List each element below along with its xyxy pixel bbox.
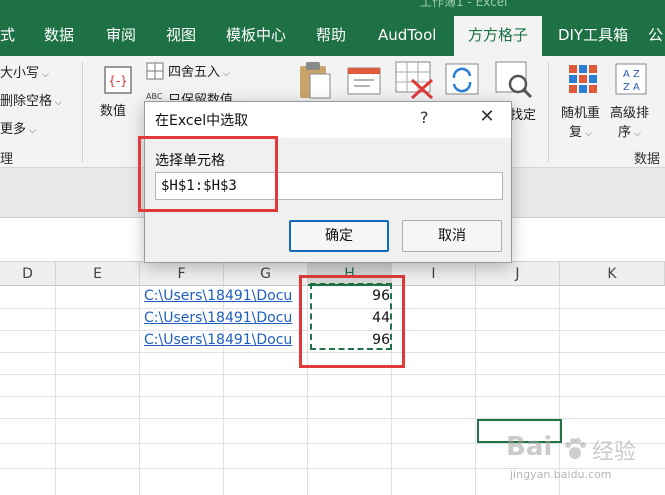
paw-icon	[565, 438, 586, 459]
random-repeat-label-2[interactable]: 复 ⌵	[569, 121, 592, 140]
advanced-sort-icon[interactable]: A Z Z A	[614, 62, 648, 96]
round-button[interactable]: 四舍五入 ⌵	[146, 60, 256, 84]
group-separator	[548, 62, 549, 162]
tab-view[interactable]: 视图	[166, 18, 196, 56]
random-repeat-label[interactable]: 随机重	[561, 102, 600, 121]
svg-text:A: A	[623, 69, 630, 80]
highlight-box-cells	[299, 275, 405, 368]
watermark-brand-2: 经验	[592, 440, 637, 465]
locate-button-label[interactable]: 找定	[510, 104, 536, 123]
grid-line	[55, 286, 56, 495]
close-icon[interactable]: ✕	[475, 106, 499, 130]
group-separator	[82, 62, 83, 162]
cell-f1-link[interactable]: C:\Users\18491\Docu	[144, 288, 309, 304]
round-button-label: 四舍五入 ⌵	[168, 65, 230, 80]
value-icon: {-}	[104, 66, 132, 94]
column-header-f[interactable]: F	[140, 262, 224, 286]
svg-text:Z: Z	[633, 69, 640, 80]
cell-f3-link[interactable]: C:\Users\18491\Docu	[144, 332, 309, 348]
column-header-k[interactable]: K	[560, 262, 665, 286]
ok-button[interactable]: 确定	[289, 220, 389, 252]
group-label-left: 理	[0, 152, 14, 167]
tab-review[interactable]: 审阅	[106, 18, 136, 56]
svg-text:A: A	[633, 82, 640, 93]
column-header-g[interactable]: G	[224, 262, 308, 286]
tab-help[interactable]: 帮助	[316, 18, 346, 56]
random-repeat-icon[interactable]	[566, 62, 600, 96]
baidu-watermark: Bai 经验 jingyan.baidu.com	[498, 432, 663, 490]
column-header-d[interactable]: D	[0, 262, 56, 286]
svg-text:{-}: {-}	[108, 74, 128, 88]
tab-template-center[interactable]: 模板中心	[226, 18, 286, 56]
column-header-e[interactable]: E	[56, 262, 140, 286]
grid-line	[0, 396, 665, 397]
tab-more[interactable]: 公	[648, 18, 663, 56]
watermark-brand: Bai	[506, 432, 553, 462]
dialog-title: 在Excel中选取	[155, 113, 249, 129]
grid-line	[139, 286, 140, 495]
cell-f2-link[interactable]: C:\Users\18491\Docu	[144, 310, 309, 326]
svg-text:Z: Z	[623, 82, 630, 93]
tab-data[interactable]: 数据	[44, 18, 74, 56]
round-icon	[146, 62, 164, 80]
more-button[interactable]: 更多 ⌵	[0, 118, 36, 137]
window-title: 工作簿1 - Excel	[420, 0, 508, 9]
cancel-button[interactable]: 取消	[402, 220, 502, 252]
refresh-grid-icon[interactable]	[442, 60, 482, 100]
delete-cells-icon[interactable]	[394, 60, 434, 100]
remove-spaces-button[interactable]: 删除空格 ⌵	[0, 90, 62, 109]
paste-icon[interactable]	[296, 60, 334, 100]
grid-line	[0, 374, 665, 375]
advanced-sort-label-2[interactable]: 序 ⌵	[618, 121, 641, 140]
column-header-j[interactable]: J	[476, 262, 560, 286]
group-label-data: 数据	[634, 152, 661, 167]
highlight-box-dialog	[138, 136, 278, 212]
case-button[interactable]: 大小写 ⌵	[0, 62, 49, 81]
grid-line	[475, 286, 476, 495]
locate-icon[interactable]	[494, 60, 534, 100]
watermark-url: jingyan.baidu.com	[510, 468, 612, 481]
value-button[interactable]: {-} 数值	[96, 60, 140, 130]
value-button-label: 数值	[100, 104, 127, 119]
insert-text-icon[interactable]	[346, 64, 382, 98]
tab-audtool[interactable]: AudTool	[378, 18, 436, 56]
tab-diy-toolbox[interactable]: DIY工具箱	[558, 18, 628, 56]
tab-fangfang-gezi[interactable]: 方方格子	[454, 16, 543, 56]
abc-icon: ABC	[146, 92, 163, 101]
ribbon-tab-bar: 工作簿1 - Excel 式 数据 审阅 视图 模板中心 帮助 AudTool …	[0, 0, 665, 56]
advanced-sort-label[interactable]: 高级排	[610, 102, 649, 121]
grid-line	[0, 418, 665, 419]
help-icon[interactable]: ?	[420, 108, 429, 127]
tab-formulas[interactable]: 式	[0, 18, 15, 56]
